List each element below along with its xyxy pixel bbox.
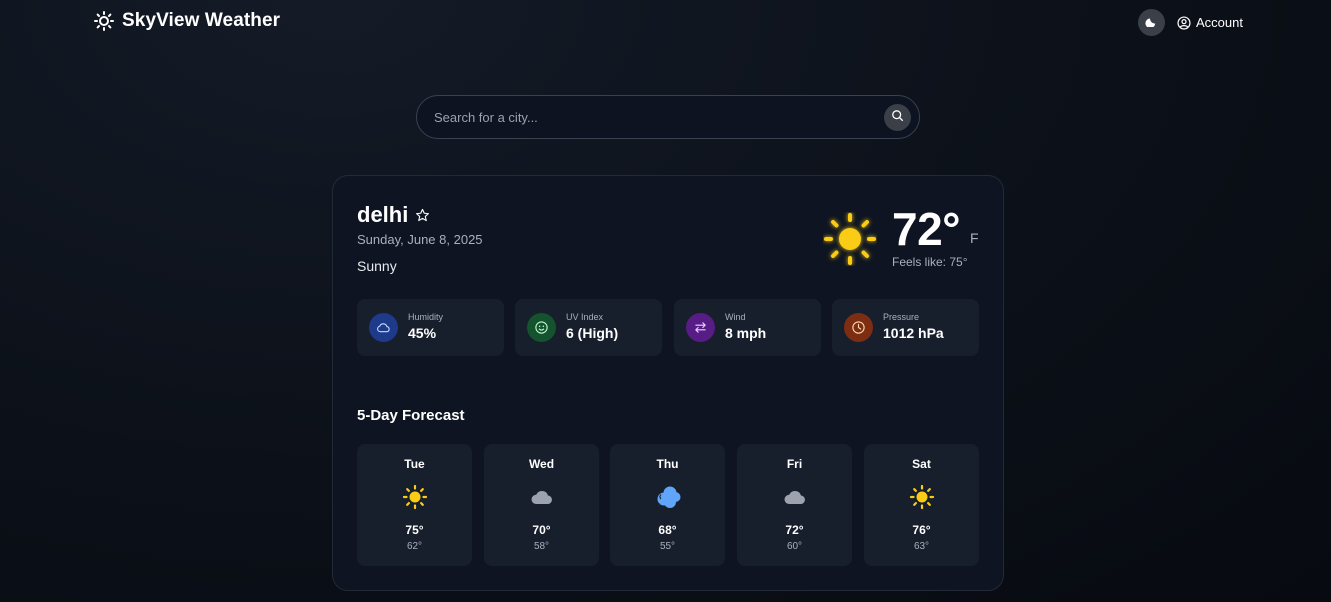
forecast-day-name: Sat — [912, 457, 931, 471]
stat-uv-index: UV Index 6 (High) — [515, 299, 662, 356]
cloud-rain-icon — [655, 484, 681, 510]
stat-value: 8 mph — [725, 325, 767, 341]
smile-icon — [527, 313, 556, 342]
header-actions: Account — [1138, 9, 1243, 36]
stat-wind: Wind 8 mph — [674, 299, 821, 356]
current-temperature: 72° — [892, 203, 961, 255]
weather-card: delhi Sunday, June 8, 2025 Sunny 72° F F… — [332, 175, 1004, 591]
account-label: Account — [1196, 15, 1243, 30]
forecast-low: 63° — [913, 541, 930, 552]
search-input[interactable] — [434, 109, 884, 125]
forecast-day[interactable]: Wed 70° 58° — [484, 444, 599, 566]
theme-toggle-button[interactable] — [1138, 9, 1166, 36]
forecast-title: 5-Day Forecast — [357, 407, 465, 424]
forecast-high: 72° — [785, 523, 804, 537]
stat-value: 6 (High) — [566, 325, 619, 341]
stat-pressure: Pressure 1012 hPa — [832, 299, 979, 356]
forecast-day-name: Wed — [528, 457, 555, 471]
city-name: delhi — [357, 202, 409, 227]
stat-label: Wind — [725, 312, 746, 322]
cloud-icon — [782, 484, 808, 510]
search-bar — [416, 95, 920, 139]
stat-humidity: Humidity 45% — [357, 299, 504, 356]
search-button[interactable] — [884, 103, 911, 131]
sun-icon — [94, 11, 114, 31]
stat-label: Humidity — [408, 312, 444, 322]
forecast-low: 62° — [406, 541, 423, 552]
sun-icon — [909, 484, 935, 510]
stat-value: 45% — [408, 325, 437, 341]
sun-icon — [402, 484, 428, 510]
forecast-high: 70° — [532, 523, 551, 537]
search-icon — [891, 109, 904, 125]
top-header: SkyView Weather Account — [0, 0, 1331, 44]
forecast-low: 60° — [786, 541, 803, 552]
stat-label: Pressure — [883, 312, 920, 322]
temperature-unit: F — [970, 230, 979, 246]
forecast-high: 76° — [912, 523, 931, 537]
feels-like: Feels like: 75° — [892, 255, 968, 269]
forecast-day[interactable]: Thu 68° 55° — [610, 444, 725, 566]
brand-name: SkyView Weather — [122, 10, 281, 31]
forecast-day-name: Fri — [786, 457, 803, 471]
cloud-icon — [529, 484, 555, 510]
forecast-day[interactable]: Sat 76° 63° — [864, 444, 979, 566]
forecast-day[interactable]: Fri 72° 60° — [737, 444, 852, 566]
brand[interactable]: SkyView Weather — [94, 10, 280, 32]
stat-value: 1012 hPa — [883, 325, 944, 341]
sun-icon — [823, 212, 877, 266]
current-date: Sunday, June 8, 2025 — [357, 232, 483, 247]
current-condition: Sunny — [357, 258, 397, 274]
star-outline-icon[interactable] — [415, 208, 430, 223]
forecast-low: 58° — [533, 541, 550, 552]
forecast-day[interactable]: Tue 75° 62° — [357, 444, 472, 566]
city-row: delhi — [357, 202, 430, 228]
moon-icon — [1145, 14, 1158, 32]
cloud-icon — [369, 313, 398, 342]
forecast-day-name: Thu — [656, 457, 679, 471]
forecast-low: 55° — [659, 541, 676, 552]
forecast-high: 68° — [658, 523, 677, 537]
account-link[interactable]: Account — [1177, 15, 1243, 30]
stat-label: UV Index — [566, 312, 604, 322]
user-circle-icon — [1177, 15, 1191, 30]
forecast-high: 75° — [405, 523, 424, 537]
clock-icon — [844, 313, 873, 342]
forecast-day-name: Tue — [404, 457, 425, 471]
arrows-exchange-icon — [686, 313, 715, 342]
